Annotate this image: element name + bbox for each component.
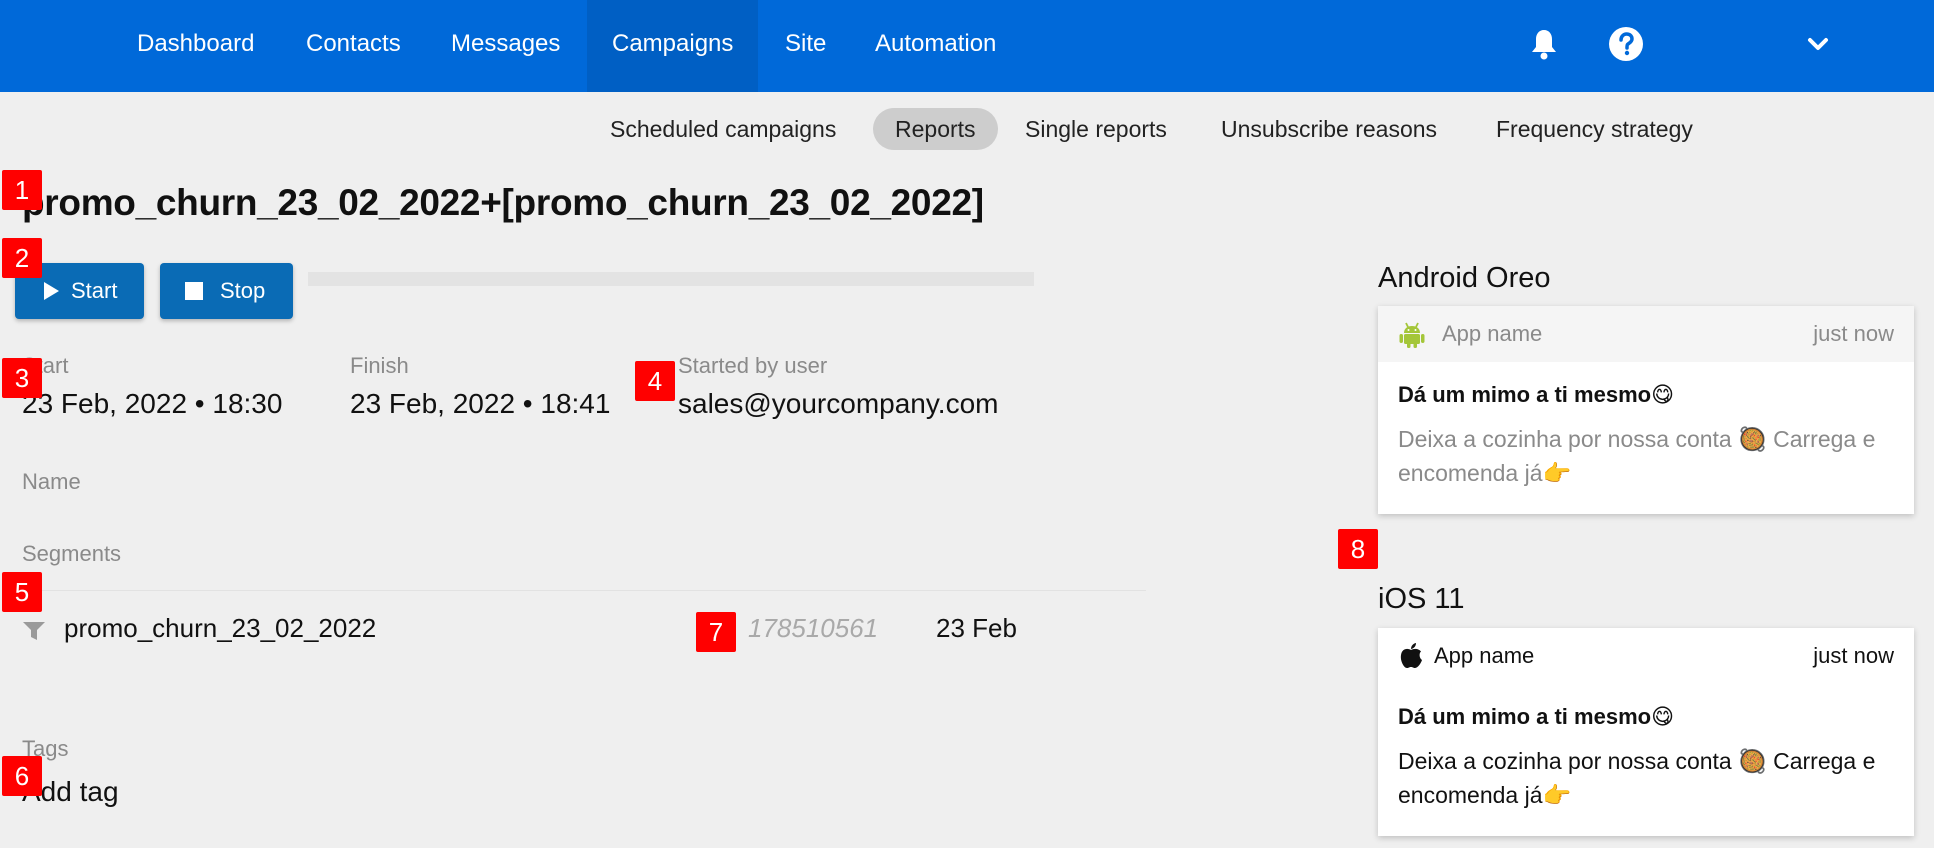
tab-reports[interactable]: Reports: [873, 108, 998, 150]
android-notification-text: Deixa a cozinha por nossa conta 🥘 Carreg…: [1398, 426, 1876, 486]
tab-single-reports[interactable]: Single reports: [1003, 108, 1189, 150]
annotation-badge-7: 7: [696, 612, 736, 652]
ios-notification-preview: App name just now Dá um mimo a ti mesmo😋…: [1378, 628, 1914, 836]
top-nav: Dashboard Contacts Messages Campaigns Si…: [0, 0, 1934, 92]
page-title: promo_churn_23_02_2022+[promo_churn_23_0…: [22, 182, 984, 223]
play-icon: [44, 282, 59, 300]
chevron-down-icon[interactable]: [1800, 26, 1836, 62]
start-button-label: Start: [71, 278, 118, 303]
start-value: 23 Feb, 2022 • 18:30: [22, 388, 283, 419]
segments-label: Segments: [22, 541, 122, 566]
started-by-label: Started by user: [678, 353, 828, 378]
segment-name: promo_churn_23_02_2022: [64, 613, 377, 643]
android-notification-title: Dá um mimo a ti mesmo😋: [1398, 382, 1674, 407]
nav-item-messages[interactable]: Messages: [426, 0, 585, 92]
annotation-badge-3: 3: [2, 358, 42, 398]
segment-count: 178510561: [748, 613, 879, 643]
divider: [22, 590, 1146, 591]
help-icon[interactable]: [1608, 26, 1644, 62]
bell-icon[interactable]: [1526, 26, 1562, 62]
annotation-badge-5: 5: [2, 572, 42, 612]
ios-platform-title: iOS 11: [1378, 583, 1465, 615]
tab-unsubscribe-reasons[interactable]: Unsubscribe reasons: [1199, 108, 1459, 150]
stop-button[interactable]: Stop: [160, 263, 293, 319]
android-time: just now: [1813, 321, 1894, 346]
apple-icon: [1400, 643, 1422, 668]
annotation-badge-4: 4: [635, 361, 675, 401]
android-app-name: App name: [1442, 321, 1543, 346]
table-row[interactable]: promo_churn_23_02_2022 178510561 23 Feb: [22, 600, 1146, 660]
filter-icon: [23, 622, 45, 640]
nav-item-site[interactable]: Site: [760, 0, 851, 92]
annotation-badge-2: 2: [2, 238, 42, 278]
ios-notification-text: Deixa a cozinha por nossa conta 🥘 Carreg…: [1398, 748, 1876, 808]
sub-nav: Scheduled campaigns Reports Single repor…: [0, 108, 1934, 152]
stop-icon: [185, 282, 203, 300]
ios-notification-title: Dá um mimo a ti mesmo😋: [1398, 704, 1674, 729]
android-platform-title: Android Oreo: [1378, 262, 1551, 294]
segment-date: 23 Feb: [936, 613, 1017, 643]
annotation-badge-1: 1: [2, 170, 42, 210]
annotation-badge-8: 8: [1338, 529, 1378, 569]
ios-app-name: App name: [1434, 643, 1535, 668]
ios-time: just now: [1813, 643, 1894, 668]
finish-label: Finish: [350, 353, 409, 378]
android-icon: [1399, 322, 1425, 348]
name-label: Name: [22, 469, 81, 494]
nav-item-contacts[interactable]: Contacts: [281, 0, 426, 92]
finish-value: 23 Feb, 2022 • 18:41: [350, 388, 611, 419]
started-by-value: sales@yourcompany.com: [678, 388, 999, 419]
android-notification-preview: App name just now Dá um mimo a ti mesmo😋…: [1378, 306, 1914, 514]
tab-frequency-strategy[interactable]: Frequency strategy: [1474, 108, 1715, 150]
stop-button-label: Stop: [220, 278, 266, 303]
tab-scheduled-campaigns[interactable]: Scheduled campaigns: [588, 108, 858, 150]
nav-item-automation[interactable]: Automation: [850, 0, 1021, 92]
nav-item-dashboard[interactable]: Dashboard: [112, 0, 279, 92]
nav-item-campaigns[interactable]: Campaigns: [587, 0, 759, 92]
progress-bar: [308, 272, 1034, 286]
annotation-badge-6: 6: [2, 756, 42, 796]
